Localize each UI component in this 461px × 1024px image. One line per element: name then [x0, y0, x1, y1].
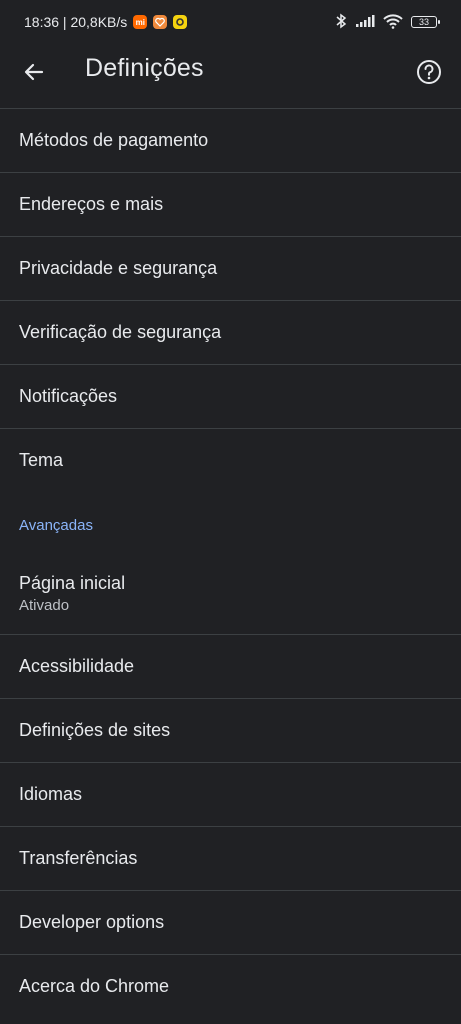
wifi-icon: [383, 13, 403, 32]
settings-list: Métodos de pagamento Endereços e mais Pr…: [0, 108, 461, 1018]
bluetooth-icon: [335, 13, 347, 32]
settings-item-label: Transferências: [19, 848, 138, 868]
settings-item-label: Definições de sites: [19, 720, 171, 740]
page-title: Definições: [85, 54, 204, 82]
signal-icon: [355, 14, 375, 31]
back-button[interactable]: [18, 56, 50, 88]
settings-item-label: Verificação de segurança: [19, 322, 222, 342]
settings-item-label: Tema: [19, 450, 64, 470]
settings-item-label: Developer options: [19, 912, 165, 932]
settings-item-privacy-security[interactable]: Privacidade e segurança: [0, 236, 461, 300]
settings-item-languages[interactable]: Idiomas: [0, 762, 461, 826]
help-button[interactable]: [413, 56, 445, 88]
app-bar: Definições: [0, 44, 461, 108]
heart-app-icon: [153, 15, 168, 29]
settings-item-label: Idiomas: [19, 784, 83, 804]
settings-item-safety-check[interactable]: Verificação de segurança: [0, 300, 461, 364]
settings-item-label: Notificações: [19, 386, 118, 406]
settings-item-site-settings[interactable]: Definições de sites: [0, 698, 461, 762]
settings-item-label: Endereços e mais: [19, 194, 164, 214]
settings-item-accessibility[interactable]: Acessibilidade: [0, 634, 461, 698]
settings-item-label: Acerca do Chrome: [19, 976, 170, 996]
settings-item-payment-methods[interactable]: Métodos de pagamento: [0, 108, 461, 172]
settings-item-notifications[interactable]: Notificações: [0, 364, 461, 428]
ring-app-icon: [173, 15, 188, 29]
settings-item-homepage[interactable]: Página inicial Ativado: [0, 552, 461, 634]
settings-item-about-chrome[interactable]: Acerca do Chrome: [0, 954, 461, 1018]
status-right: 33: [335, 13, 440, 32]
status-left: 18:36 | 20,8KB/s mi: [24, 14, 188, 30]
settings-item-theme[interactable]: Tema: [0, 428, 461, 492]
mi-icon: mi: [133, 15, 148, 29]
settings-item-label: Acessibilidade: [19, 656, 135, 676]
settings-item-label: Privacidade e segurança: [19, 258, 218, 278]
arrow-back-icon: [24, 63, 44, 81]
settings-item-label: Métodos de pagamento: [19, 130, 209, 150]
settings-item-downloads[interactable]: Transferências: [0, 826, 461, 890]
battery-indicator: 33: [411, 16, 440, 28]
help-circle-icon: [417, 60, 441, 84]
settings-item-label: Página inicial: [19, 572, 126, 593]
settings-item-addresses[interactable]: Endereços e mais: [0, 172, 461, 236]
settings-item-developer-options[interactable]: Developer options: [0, 890, 461, 954]
settings-item-summary: Ativado: [19, 596, 70, 614]
section-header-advanced: Avançadas: [19, 516, 93, 534]
status-bar: 18:36 | 20,8KB/s mi 33: [0, 0, 461, 44]
status-time-speed: 18:36 | 20,8KB/s: [24, 14, 128, 30]
